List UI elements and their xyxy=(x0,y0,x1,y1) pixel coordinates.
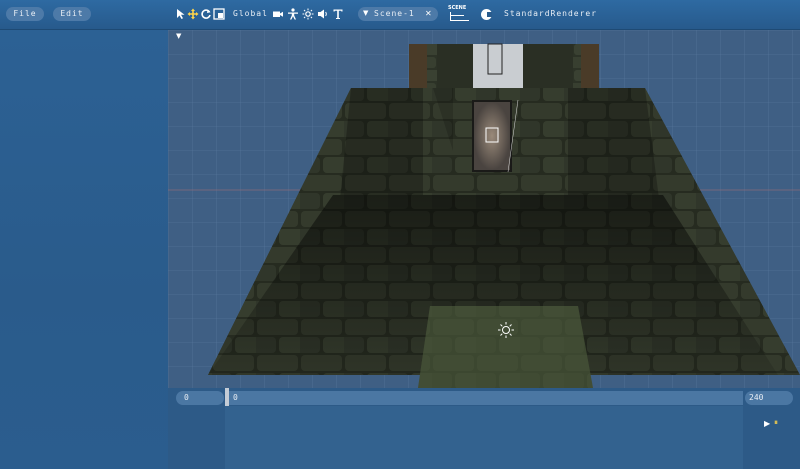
scene-close-icon[interactable]: ✕ xyxy=(425,9,432,18)
scene-viewport[interactable]: ▼ xyxy=(168,30,800,388)
select-arrow-icon[interactable] xyxy=(175,8,187,20)
scene-badge-label: SCENE xyxy=(448,5,467,11)
rotate-icon[interactable] xyxy=(200,8,212,20)
scale-icon[interactable] xyxy=(213,8,225,20)
file-menu-button[interactable]: File xyxy=(6,7,44,21)
viewport-options-dropdown[interactable]: ▼ xyxy=(176,32,181,40)
text-icon[interactable] xyxy=(332,8,344,20)
timeline-end-field[interactable]: 240 xyxy=(745,391,793,405)
transform-space-toggle[interactable]: Global xyxy=(233,8,268,20)
timeline-start-field[interactable]: 0 xyxy=(176,391,224,405)
timeline-track[interactable]: 0 xyxy=(225,388,743,408)
timeline-playhead[interactable] xyxy=(225,388,229,408)
play-icon[interactable]: ▶ xyxy=(764,419,770,428)
viewport-scene-render xyxy=(168,30,800,388)
top-toolbar: File Edit Global ▼ Scene-1 ✕ SCENE Stand… xyxy=(0,0,800,30)
scene-name: Scene-1 xyxy=(374,9,415,18)
timeline-body xyxy=(225,406,743,469)
timeline-panel: 0 0 240 ▶ ⏸ xyxy=(168,388,800,469)
renderer-label[interactable]: StandardRenderer xyxy=(504,8,597,20)
renderer-icon[interactable] xyxy=(481,9,492,20)
left-panel xyxy=(0,30,168,469)
timeline-current-frame: 0 xyxy=(233,393,238,402)
sun-icon[interactable] xyxy=(302,8,314,20)
scene-selector[interactable]: ▼ Scene-1 ✕ xyxy=(358,7,438,21)
speaker-icon[interactable] xyxy=(317,8,329,20)
move-icon[interactable] xyxy=(187,8,199,20)
figure-icon[interactable] xyxy=(287,8,299,20)
edit-menu-button[interactable]: Edit xyxy=(53,7,91,21)
scene-graph-icon-line xyxy=(450,15,464,16)
camera-icon[interactable] xyxy=(272,8,284,20)
scene-dropdown-arrow-icon: ▼ xyxy=(363,9,369,17)
scene-graph-button[interactable]: SCENE xyxy=(448,5,470,21)
scene-graph-icon xyxy=(450,12,469,21)
pause-icon[interactable]: ⏸ xyxy=(774,418,778,428)
